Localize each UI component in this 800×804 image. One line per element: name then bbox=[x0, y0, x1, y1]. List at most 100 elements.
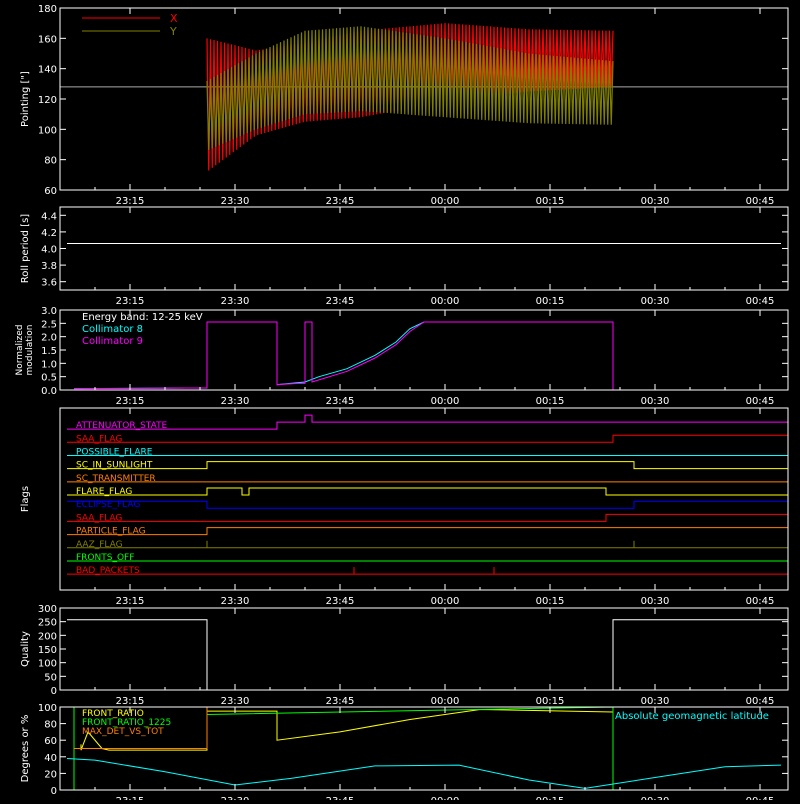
flag-line bbox=[67, 414, 788, 430]
x-tick-label: 00:00 bbox=[431, 696, 460, 707]
y-tick-label: 4.0 bbox=[41, 245, 57, 256]
flag-label: ATTENUATOR_STATE bbox=[76, 421, 168, 431]
y-tick-label: 300 bbox=[38, 604, 57, 615]
flag-label: AAZ_FLAG bbox=[76, 540, 123, 550]
plot-area-quality bbox=[67, 619, 788, 690]
panel-pointing: 23:15 23:30 23:45 00:00 00:15 00:30 00:45 60 80 1… bbox=[20, 4, 789, 207]
y-axis-label: Normalized bbox=[15, 324, 25, 375]
y-tick-label: 4.4 bbox=[41, 211, 57, 222]
flag-line bbox=[67, 434, 788, 443]
flag-label: SC_TRANSMITTER bbox=[76, 474, 156, 484]
x-tick-label: 23:15 bbox=[116, 696, 145, 707]
y-tick-label: 0 bbox=[51, 786, 57, 797]
y-tick-label: 60 bbox=[44, 736, 57, 747]
energy-band-annotation: Energy band: 12-25 keV bbox=[82, 312, 203, 323]
y-axis-label: Quality bbox=[20, 631, 31, 667]
x-tick-label: 23:30 bbox=[221, 196, 250, 207]
x-tick-label: 23:30 bbox=[221, 596, 250, 607]
y-tick-label: 3.6 bbox=[41, 278, 57, 289]
flag-line bbox=[67, 461, 788, 470]
y-tick-label: 20 bbox=[44, 769, 57, 780]
x-tick-label: 23:45 bbox=[326, 796, 355, 800]
y-tick-label: 0.5 bbox=[41, 373, 57, 384]
y-axis-label: Roll period [s] bbox=[20, 214, 31, 283]
x-tick-label: 00:15 bbox=[536, 596, 565, 607]
flag-label: BAD_PACKETS bbox=[76, 566, 140, 576]
x-tick-label: 00:15 bbox=[536, 396, 565, 407]
x-tick-label: 23:45 bbox=[326, 296, 355, 307]
flag-label: SC_IN_SUNLIGHT bbox=[76, 461, 153, 471]
x-tick-label: 23:15 bbox=[116, 196, 145, 207]
axes-frame-quality bbox=[59, 607, 789, 691]
y-tick-label: 60 bbox=[44, 186, 57, 197]
x-tick-label: 00:30 bbox=[641, 296, 670, 307]
axes-frame-roll bbox=[59, 206, 789, 291]
flag-line bbox=[67, 540, 788, 549]
y-tick-label: 0 bbox=[51, 686, 57, 697]
x-tick-label: 23:45 bbox=[326, 596, 355, 607]
x-tick-label: 00:15 bbox=[536, 796, 565, 800]
flag-line bbox=[67, 513, 788, 522]
x-tick-label: 00:15 bbox=[536, 296, 565, 307]
x-tick-label: 00:45 bbox=[746, 596, 775, 607]
legend-label-degrees: MAX_DET_VS_TOT bbox=[82, 727, 164, 737]
y-tick-label: 150 bbox=[38, 645, 57, 656]
panel-flags: 23:15 23:30 23:45 00:00 00:15 00:30 00:45 Flags… bbox=[20, 407, 789, 607]
x-tick-label: 00:30 bbox=[641, 796, 670, 800]
y-tick-label: 100 bbox=[38, 703, 57, 714]
legend-label-y: Y bbox=[169, 25, 177, 38]
flag-label: PARTICLE_FLAG bbox=[76, 527, 146, 537]
flag-label: FRONTS_OFF bbox=[76, 553, 134, 563]
flag-line bbox=[67, 500, 788, 509]
y-tick-label: 0.0 bbox=[41, 386, 57, 397]
x-tick-label: 00:00 bbox=[431, 296, 460, 307]
legend-label-collimator: Collimator 8 bbox=[82, 324, 143, 335]
figure-canvas: 23:15 23:30 23:45 00:00 00:15 00:30 00:45 60 80 1… bbox=[15, 4, 789, 804]
x-tick-label: 23:15 bbox=[116, 796, 145, 800]
y-axis-label: Degrees or % bbox=[20, 715, 31, 783]
x-tick-label: 23:30 bbox=[221, 796, 250, 800]
series-line-quality-0 bbox=[67, 619, 788, 690]
x-tick-label: 00:30 bbox=[641, 596, 670, 607]
y-tick-label: 1.0 bbox=[41, 359, 57, 370]
legend-label-collimator: Collimator 9 bbox=[82, 336, 143, 347]
series-line-modulation-1 bbox=[73, 321, 614, 390]
plot-area-pointing bbox=[60, 23, 788, 171]
x-tick-label: 23:30 bbox=[221, 696, 250, 707]
series-line-modulation-0 bbox=[73, 321, 614, 390]
legend-label-x: X bbox=[170, 12, 178, 25]
y-tick-label: 120 bbox=[38, 95, 57, 106]
panel-roll: 23:15 23:30 23:45 00:00 00:15 00:30 00:45 3.6 3.… bbox=[20, 206, 789, 307]
x-tick-label: 00:45 bbox=[746, 296, 775, 307]
x-tick-label: 23:45 bbox=[326, 196, 355, 207]
y-tick-label: 40 bbox=[44, 753, 57, 764]
y-tick-label: 140 bbox=[38, 65, 57, 76]
y-tick-label: 100 bbox=[38, 659, 57, 670]
y-tick-label: 180 bbox=[38, 4, 57, 15]
y-tick-label: 3.0 bbox=[41, 306, 57, 317]
x-tick-label: 23:15 bbox=[116, 596, 145, 607]
y-tick-label: 3.8 bbox=[41, 261, 57, 272]
x-tick-label: 00:00 bbox=[431, 196, 460, 207]
y-tick-label: 50 bbox=[44, 672, 57, 683]
x-tick-label: 00:45 bbox=[746, 696, 775, 707]
flag-label: FLARE_FLAG bbox=[76, 487, 132, 497]
x-tick-label: 23:45 bbox=[326, 696, 355, 707]
y-tick-label: 4.2 bbox=[41, 228, 57, 239]
x-tick-label: 00:15 bbox=[536, 196, 565, 207]
x-tick-label: 23:15 bbox=[116, 396, 145, 407]
x-tick-label: 00:00 bbox=[431, 596, 460, 607]
y-axis-label: Pointing ["] bbox=[20, 71, 31, 127]
x-tick-label: 23:15 bbox=[116, 296, 145, 307]
flag-label: POSSIBLE_FLARE bbox=[76, 447, 153, 457]
x-tick-label: 23:45 bbox=[326, 396, 355, 407]
x-tick-label: 00:15 bbox=[536, 696, 565, 707]
series-line-degrees-3 bbox=[66, 757, 782, 789]
x-tick-label: 23:30 bbox=[221, 296, 250, 307]
figure: 23:15 23:30 23:45 00:00 00:15 00:30 00:45 60 80 1… bbox=[0, 0, 800, 804]
y-tick-label: 2.5 bbox=[41, 319, 57, 330]
x-tick-label: 00:00 bbox=[431, 396, 460, 407]
x-tick-label: 00:30 bbox=[641, 196, 670, 207]
y-axis-label: Flags bbox=[20, 486, 31, 512]
y-tick-label: 2.0 bbox=[41, 333, 57, 344]
